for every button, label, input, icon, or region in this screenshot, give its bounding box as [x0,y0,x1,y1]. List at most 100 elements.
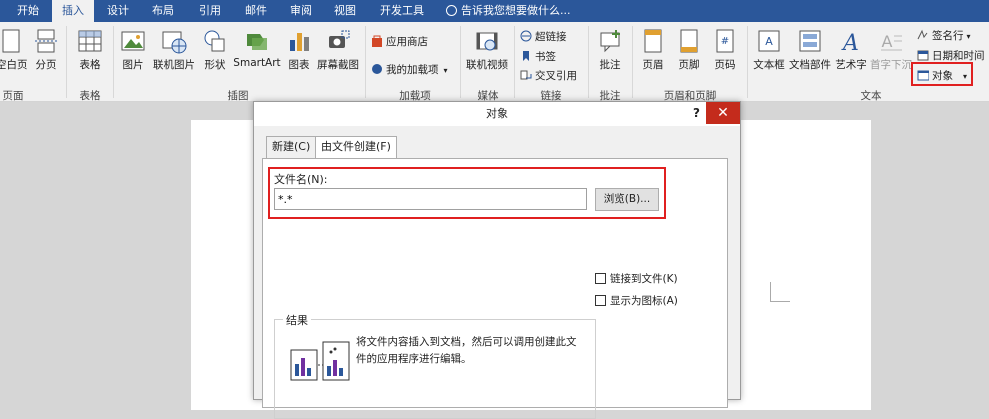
shapes-button[interactable]: 形状 [200,28,230,72]
hyperlink-button[interactable]: 超链接 [520,29,567,44]
page-break-icon [35,29,57,53]
doc-parts-button[interactable]: 文档部件 [788,28,832,72]
chart-button[interactable]: 图表 [285,28,313,72]
ribbon: 空白页 分页 页面 表格 表格 图片 联机图片 形状 SmartArt 图表 屏… [0,22,989,102]
tab-create-from-file[interactable]: 由文件创建(F) [315,136,397,159]
dialog-title: 对象 [254,102,740,126]
table-icon [78,30,102,52]
signature-line-button[interactable]: 签名行 ▾ [917,28,971,43]
online-picture-icon [162,31,187,54]
filename-highlight-box [268,167,666,219]
header-icon [644,29,662,53]
chart-label: 图表 [288,59,310,71]
online-video-button[interactable]: 联机视频 [464,28,510,72]
object-highlight-box [911,62,973,86]
tab-mailings[interactable]: 邮件 [238,0,274,22]
picture-icon [121,31,145,51]
doc-parts-icon [799,30,821,52]
display-as-icon-checkbox[interactable]: 显示为图标(A) [595,293,678,308]
dropcap-label: 首字下沉 [870,59,912,71]
textbox-button[interactable]: A 文本框 [752,28,786,72]
group-separator [113,26,114,98]
tell-me-search[interactable]: 告诉我您想要做什么... [446,0,571,22]
page-number-button[interactable]: # 页码 [710,28,740,72]
bookmark-button[interactable]: 书签 [520,49,556,64]
group-separator [514,26,515,98]
cross-reference-button[interactable]: 交叉引用 [520,68,577,83]
link-to-file-checkbox[interactable]: 链接到文件(K) [595,271,678,286]
online-picture-label: 联机图片 [153,59,195,71]
table-button[interactable]: 表格 [74,28,106,72]
group-separator [632,26,633,98]
tab-review[interactable]: 审阅 [283,0,319,22]
tab-view[interactable]: 视图 [327,0,363,22]
page-break-button[interactable]: 分页 [32,28,60,72]
online-video-icon [476,32,498,51]
page-margin-mark [770,282,790,302]
text-group-label: 文本 [860,90,882,102]
smartart-label: SmartArt [233,57,281,69]
footer-button[interactable]: 页脚 [674,28,704,72]
doc-parts-label: 文档部件 [789,59,831,71]
group-separator [747,26,748,98]
tab-insert[interactable]: 插入 [52,0,94,23]
store-button[interactable]: 应用商店 [371,34,428,49]
my-addins-label: 我的加载项 [386,64,439,76]
bookmark-label: 书签 [535,51,556,63]
group-separator [460,26,461,98]
tables-group-label: 表格 [79,90,101,102]
hyperlink-label: 超链接 [535,31,567,43]
dropcap-button[interactable]: A 首字下沉 [870,28,912,72]
textbox-icon: A [758,30,780,52]
svg-text:A: A [841,31,859,54]
smartart-button[interactable]: SmartArt [233,28,281,69]
picture-label: 图片 [122,59,144,71]
bookmark-icon [523,51,529,61]
store-label: 应用商店 [386,36,428,48]
header-button[interactable]: 页眉 [638,28,668,72]
pages-group-label: 页面 [2,90,24,102]
online-picture-button[interactable]: 联机图片 [152,28,196,72]
shapes-icon [204,30,225,52]
signature-label: 签名行 [932,30,964,42]
screenshot-button[interactable]: 屏幕截图 [316,28,360,72]
close-button[interactable]: ✕ [706,102,740,124]
result-description: 将文件内容插入到文档，然后可以调用创建此文件的应用程序进行编辑。 [356,336,577,365]
wordart-button[interactable]: A 艺术字 [834,28,868,72]
my-addins-button[interactable]: 我的加载项 ▾ [371,62,448,77]
result-label: 结果 [283,312,311,328]
tab-home[interactable]: 开始 [8,0,48,22]
display-as-icon-label: 显示为图标(A) [610,295,678,307]
lightbulb-icon [446,5,457,16]
group-separator [66,26,67,98]
screenshot-label: 屏幕截图 [317,59,359,71]
wordart-icon: A [841,31,859,54]
svg-text:#: # [721,36,729,47]
help-button[interactable]: ? [693,102,700,124]
blank-page-label: 空白页 [0,59,28,71]
tab-layout[interactable]: 布局 [145,0,181,22]
svg-text:A: A [765,35,773,48]
group-separator [365,26,366,98]
tab-references[interactable]: 引用 [192,0,228,22]
new-comment-icon [600,30,620,53]
dropdown-arrow-icon: ▾ [966,32,971,41]
group-separator [588,26,589,98]
tab-create-new[interactable]: 新建(C) [266,136,317,158]
chart-icon [290,33,309,51]
wordart-label: 艺术字 [835,59,867,71]
online-video-label: 联机视频 [466,59,508,71]
footer-icon [680,29,698,53]
my-addins-icon [372,64,382,74]
datetime-button[interactable]: 日期和时间 [917,48,985,63]
tab-design[interactable]: 设计 [100,0,136,22]
signature-icon [917,29,928,40]
footer-label: 页脚 [678,59,700,71]
cross-reference-label: 交叉引用 [535,70,577,82]
blank-page-button[interactable]: 空白页 [0,28,28,72]
picture-button[interactable]: 图片 [118,28,148,72]
comment-button[interactable]: 批注 [594,28,626,72]
tab-developer[interactable]: 开发工具 [374,0,430,22]
tell-me-text: 告诉我您想要做什么... [461,4,571,17]
checkbox-icon [595,295,606,306]
